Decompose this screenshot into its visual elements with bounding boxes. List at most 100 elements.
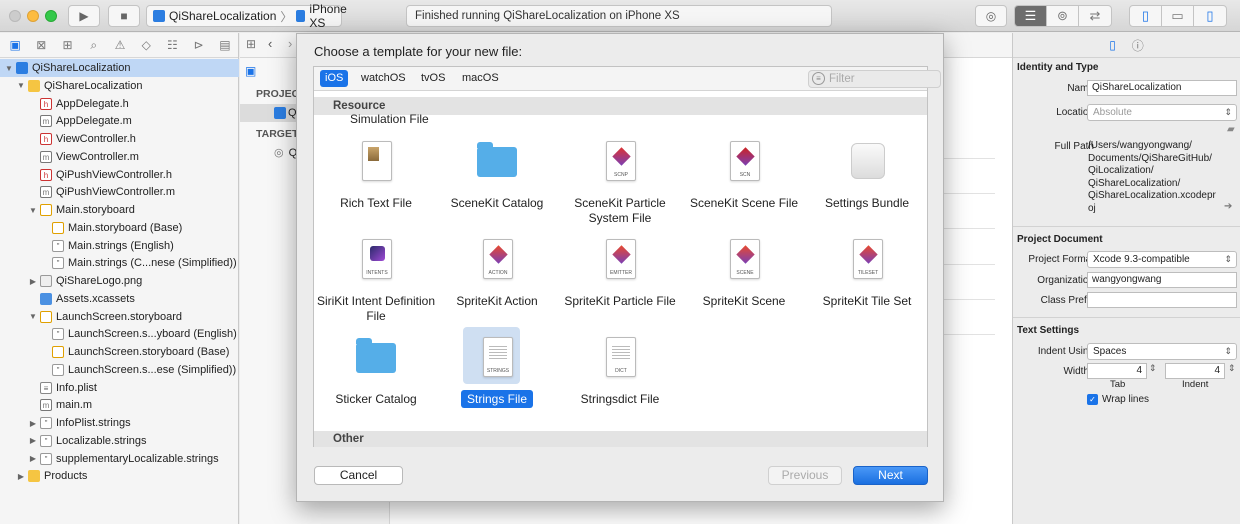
next-button[interactable]: Next <box>853 466 928 485</box>
template-tile[interactable]: INTENTS SiriKit Intent Definition File <box>316 237 436 324</box>
file-tree-item[interactable]: ▼ QiShareLocalization <box>0 59 239 77</box>
project-format-popup[interactable]: Xcode 9.3-compatible ⇕ <box>1087 251 1237 268</box>
library-button[interactable]: ◎ <box>975 5 1007 27</box>
warning-icon[interactable]: ⚠ <box>107 38 133 52</box>
folder-icon[interactable]: ▣ <box>2 38 28 52</box>
file-tree-item[interactable]: Main.storyboard (Base) <box>0 219 239 237</box>
hierarchy-icon[interactable]: ⊞ <box>54 38 80 52</box>
indent-width-field[interactable]: 4 <box>1165 363 1225 379</box>
file-tree-item[interactable]: Assets.xcassets <box>0 290 239 308</box>
zoom-window-button[interactable] <box>45 10 57 22</box>
file-tree-item[interactable]: " LaunchScreen.s...yboard (English) <box>0 325 239 343</box>
target-row[interactable]: ◎ Q <box>274 146 297 159</box>
indent-stepper[interactable]: ⇕ <box>1228 363 1236 374</box>
source-control-icon[interactable]: ⊠ <box>28 38 54 52</box>
template-tile[interactable]: SCENE SpriteKit Scene <box>684 237 804 309</box>
file-tree-item[interactable]: ▶ " supplementaryLocalizable.strings <box>0 450 239 468</box>
file-tree-item[interactable]: " LaunchScreen.s...ese (Simplified)) <box>0 361 239 379</box>
template-label: SceneKit Scene File <box>689 196 799 210</box>
file-tree-item[interactable]: LaunchScreen.storyboard (Base) <box>0 343 239 361</box>
file-tree-item[interactable]: ▼ LaunchScreen.storyboard <box>0 308 239 326</box>
file-tree-item[interactable]: ▶ " InfoPlist.strings <box>0 414 239 432</box>
toggle-inspector-button[interactable]: ▯ <box>1194 6 1226 26</box>
tab-watchos[interactable]: watchOS <box>356 70 411 87</box>
file-icon[interactable]: ▯ <box>1109 38 1116 52</box>
assistant-editor-button[interactable]: ⊚ <box>1047 6 1079 26</box>
file-tree-item[interactable]: ≡ Info.plist <box>0 379 239 397</box>
file-tree-item[interactable]: ▶ " Localizable.strings <box>0 432 239 450</box>
editor-mode-segment: ☰ ⊚ ⇄ <box>1014 5 1112 27</box>
run-button[interactable]: ▶ <box>68 5 100 27</box>
filter-field[interactable]: ≡ Filter <box>808 70 941 88</box>
file-tree-item[interactable]: ▶ Products <box>0 467 239 485</box>
section-divider <box>1013 226 1240 227</box>
template-tile[interactable]: SCN SceneKit Scene File <box>684 139 804 211</box>
file-tree-item[interactable]: h ViewController.h <box>0 130 239 148</box>
folder-icon[interactable]: ▰ <box>1227 124 1235 135</box>
disclosure-closed-icon[interactable]: ▶ <box>28 277 38 286</box>
help-icon[interactable]: ⓘ <box>1132 37 1144 54</box>
breakpoint-icon[interactable]: ⊳ <box>186 38 212 52</box>
template-tile[interactable]: SCNP SceneKit Particle System File <box>560 139 680 226</box>
wrap-lines-checkbox[interactable]: ✓ Wrap lines <box>1087 394 1149 405</box>
stop-button[interactable]: ■ <box>108 5 140 27</box>
template-tile[interactable]: Rich Text File <box>316 139 436 211</box>
scheme-selector[interactable]: QiShareLocalization 〉 iPhone XS <box>146 2 347 30</box>
tab-tvos[interactable]: tvOS <box>416 70 450 87</box>
template-tile[interactable]: EMITTER SpriteKit Particle File <box>560 237 680 309</box>
file-tree-item[interactable]: h QiPushViewController.h <box>0 166 239 184</box>
toggle-debug-area-button[interactable]: ▭ <box>1162 6 1194 26</box>
file-tree-item[interactable]: " Main.strings (English) <box>0 237 239 255</box>
file-tree-item[interactable]: h AppDelegate.h <box>0 95 239 113</box>
file-tree-item[interactable]: ▶ QiShareLogo.png <box>0 272 239 290</box>
close-window-button[interactable] <box>9 10 21 22</box>
disclosure-open-icon[interactable]: ▼ <box>28 312 38 321</box>
file-tree-item[interactable]: ▼ QiShareLocalization <box>0 77 239 95</box>
back-arrow-icon[interactable]: ‹ <box>268 36 272 51</box>
disclosure-open-icon[interactable]: ▼ <box>28 206 38 215</box>
class-prefix-field[interactable] <box>1087 292 1237 308</box>
tab-macos[interactable]: macOS <box>457 70 504 87</box>
template-tile[interactable]: Settings Bundle <box>807 139 927 211</box>
tab-ios[interactable]: iOS <box>320 70 349 87</box>
search-icon[interactable]: ⌕ <box>81 38 107 53</box>
template-tile[interactable]: Sticker Catalog <box>316 335 436 407</box>
disclosure-open-icon[interactable]: ▼ <box>16 81 26 90</box>
toggle-navigator-button[interactable]: ▯ <box>1130 6 1162 26</box>
template-tile[interactable]: ACTION SpriteKit Action <box>437 237 557 309</box>
file-tree-item[interactable]: m ViewController.m <box>0 148 239 166</box>
organization-field[interactable]: wangyongwang <box>1087 272 1237 288</box>
disclosure-closed-icon[interactable]: ▶ <box>16 472 26 481</box>
standard-editor-button[interactable]: ☰ <box>1015 6 1047 26</box>
file-tree-item[interactable]: ▼ Main.storyboard <box>0 201 239 219</box>
minimize-window-button[interactable] <box>27 10 39 22</box>
disclosure-closed-icon[interactable]: ▶ <box>28 454 38 463</box>
test-icon[interactable]: ◇ <box>133 38 159 52</box>
file-tree-item[interactable]: m AppDelegate.m <box>0 112 239 130</box>
reveal-arrow-icon[interactable]: ➔ <box>1224 201 1232 212</box>
indent-using-popup[interactable]: Spaces ⇕ <box>1087 343 1237 360</box>
file-tree-item[interactable]: m QiPushViewController.m <box>0 183 239 201</box>
debug-icon[interactable]: ☷ <box>159 38 185 52</box>
template-tile[interactable]: SceneKit Catalog <box>437 139 557 211</box>
tab-stepper[interactable]: ⇕ <box>1149 363 1157 374</box>
cancel-button[interactable]: Cancel <box>314 466 403 485</box>
file-tree-item-label: Assets.xcassets <box>56 292 135 305</box>
disclosure-open-icon[interactable]: ▼ <box>4 64 14 73</box>
template-tile[interactable]: STRINGS Strings File <box>437 327 557 408</box>
sidebar-toggle-icon[interactable]: ▣ <box>245 64 256 78</box>
grid-icon[interactable]: ⊞ <box>246 37 256 51</box>
location-popup[interactable]: Absolute ⇕ <box>1087 104 1237 121</box>
file-tree-item[interactable]: m main.m <box>0 396 239 414</box>
forward-arrow-icon[interactable]: › <box>288 36 292 51</box>
previous-button[interactable]: Previous <box>768 466 842 485</box>
disclosure-closed-icon[interactable]: ▶ <box>28 436 38 445</box>
disclosure-closed-icon[interactable]: ▶ <box>28 419 38 428</box>
tab-width-field[interactable]: 4 <box>1087 363 1147 379</box>
template-tile[interactable]: DICT Stringsdict File <box>560 335 680 407</box>
name-field[interactable]: QiShareLocalization <box>1087 80 1237 96</box>
file-tree-item[interactable]: " Main.strings (C...nese (Simplified)) <box>0 254 239 272</box>
report-icon[interactable]: ▤ <box>212 38 238 52</box>
version-editor-button[interactable]: ⇄ <box>1079 6 1111 26</box>
template-tile[interactable]: TILESET SpriteKit Tile Set <box>807 237 927 309</box>
